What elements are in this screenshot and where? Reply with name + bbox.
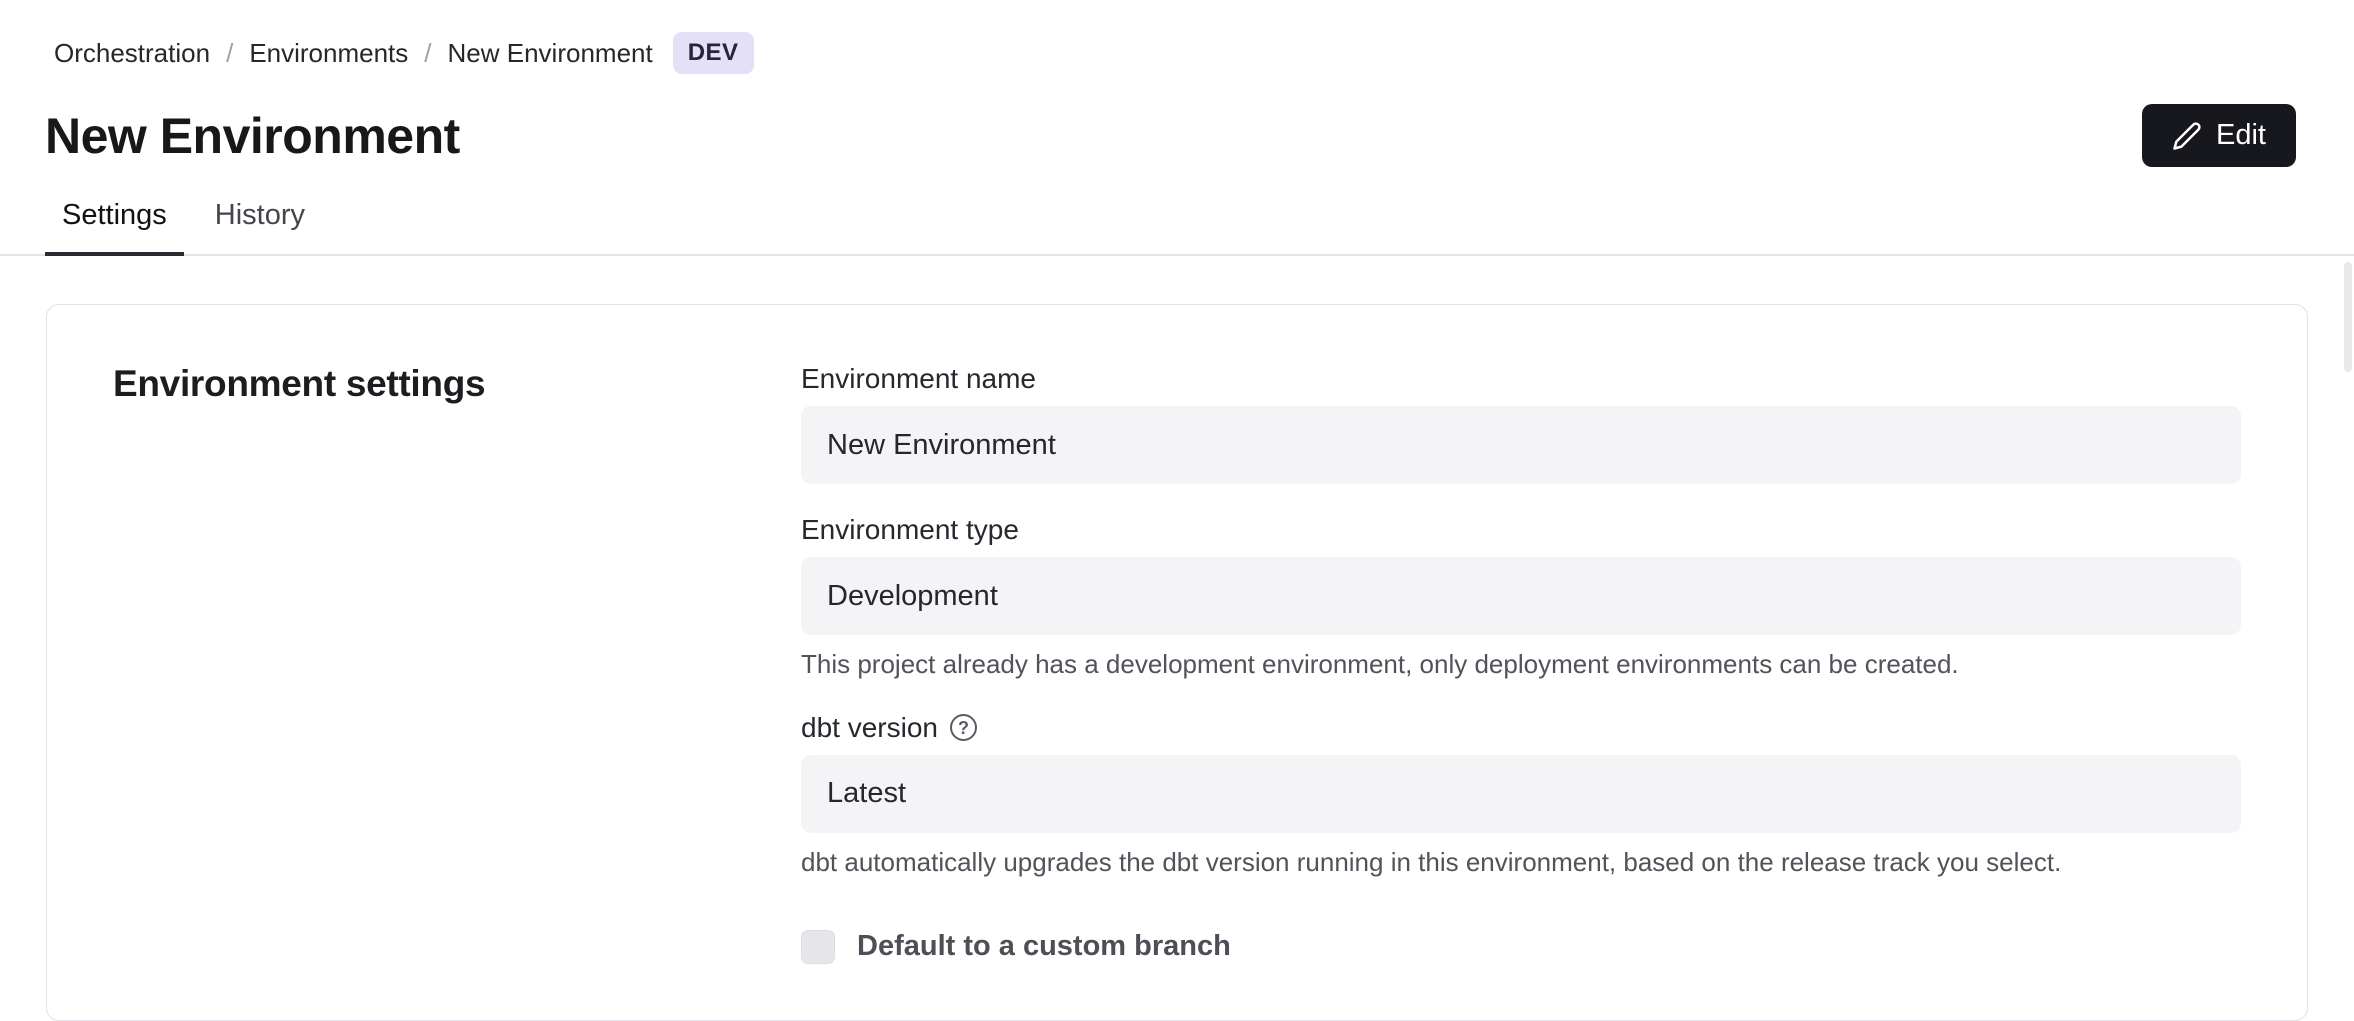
page-header: New Environment Edit	[0, 74, 2354, 167]
edit-button[interactable]: Edit	[2142, 104, 2296, 167]
dbt-version-label-text: dbt version	[801, 712, 938, 744]
breadcrumb-separator: /	[226, 38, 233, 69]
tab-bar: Settings History	[0, 167, 2354, 254]
card-left-column: Environment settings	[113, 363, 801, 964]
breadcrumb-item-orchestration[interactable]: Orchestration	[54, 38, 210, 69]
section-title: Environment settings	[113, 363, 801, 405]
environment-type-value: Development	[827, 580, 998, 613]
tab-history[interactable]: History	[198, 199, 322, 256]
environment-type-helper: This project already has a development e…	[801, 648, 2241, 682]
custom-branch-label: Default to a custom branch	[857, 930, 1231, 963]
environment-type-select[interactable]: Development	[801, 557, 2241, 635]
scrollbar-thumb[interactable]	[2344, 262, 2352, 372]
pencil-icon	[2172, 121, 2202, 151]
page-title: New Environment	[45, 107, 460, 165]
card-form-column: Environment name New Environment Environ…	[801, 363, 2241, 964]
edit-button-label: Edit	[2216, 119, 2266, 152]
environment-name-input[interactable]: New Environment	[801, 406, 2241, 484]
dbt-version-helper: dbt automatically upgrades the dbt versi…	[801, 846, 2241, 880]
environment-name-label: Environment name	[801, 363, 2241, 395]
environment-name-value: New Environment	[827, 429, 1056, 462]
dbt-version-field: dbt version ? Latest dbt automatically u…	[801, 712, 2241, 880]
environment-type-label-text: Environment type	[801, 514, 1019, 546]
environment-type-label: Environment type	[801, 514, 2241, 546]
environment-type-field: Environment type Development This projec…	[801, 514, 2241, 682]
breadcrumb-separator: /	[424, 38, 431, 69]
breadcrumb-item-environments[interactable]: Environments	[249, 38, 408, 69]
environment-name-field: Environment name New Environment	[801, 363, 2241, 484]
environment-dev-badge: DEV	[673, 32, 754, 74]
breadcrumb-item-new-environment[interactable]: New Environment	[448, 38, 653, 69]
dbt-version-select[interactable]: Latest	[801, 755, 2241, 833]
dbt-version-value: Latest	[827, 777, 906, 810]
custom-branch-checkbox[interactable]	[801, 930, 835, 964]
custom-branch-row: Default to a custom branch	[801, 930, 2241, 964]
dbt-version-label: dbt version ?	[801, 712, 2241, 744]
environment-name-label-text: Environment name	[801, 363, 1036, 395]
tab-settings[interactable]: Settings	[45, 199, 184, 256]
environment-settings-card: Environment settings Environment name Ne…	[46, 304, 2308, 1021]
breadcrumb: Orchestration / Environments / New Envir…	[0, 0, 2354, 74]
help-icon[interactable]: ?	[950, 714, 977, 741]
tab-divider	[0, 254, 2354, 256]
